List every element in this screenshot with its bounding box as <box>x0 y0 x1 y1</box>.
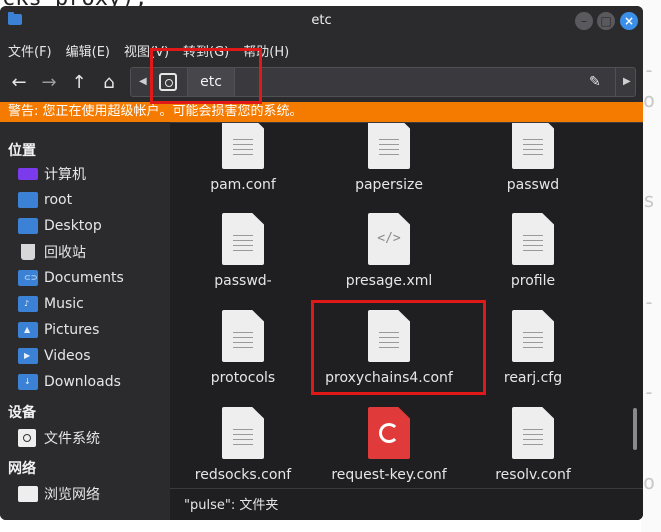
maximize-button[interactable]: □ <box>597 12 615 30</box>
toolbar: ← → ↑ ⌂ ◀ etc ✎ ▶ <box>0 64 643 102</box>
sidebar-item-videos[interactable]: ▶ Videos <box>18 345 91 367</box>
file-item[interactable]: pam.conf <box>170 123 316 193</box>
sidebar-item-label: 文件系统 <box>44 431 100 447</box>
sidebar-item-label: Pictures <box>44 322 100 338</box>
videos-icon: ▶ <box>18 348 38 364</box>
network-icon <box>18 486 38 502</box>
xml-file-icon: </> <box>368 213 410 265</box>
text-file-icon <box>368 123 410 169</box>
home-icon[interactable]: ⌂ <box>98 72 120 94</box>
downloads-icon: ↓ <box>18 374 38 390</box>
file-item[interactable]: passwd <box>460 123 606 193</box>
text-file-icon <box>222 310 264 362</box>
superuser-warning: 警告: 您正在使用超级帐户。可能会损害您的系统。 <box>0 102 643 122</box>
path-separator <box>615 68 616 96</box>
sidebar-item-documents[interactable]: ⊂⊃ Documents <box>18 267 124 289</box>
trash-icon <box>21 244 35 260</box>
file-item[interactable]: papersize <box>316 123 462 193</box>
close-button[interactable]: × <box>620 12 638 30</box>
sidebar-item-browse-network[interactable]: 浏览网络 <box>18 483 100 505</box>
documents-icon: ⊂⊃ <box>18 270 38 286</box>
sidebar-item-label: Desktop <box>44 218 102 234</box>
menu-file[interactable]: 文件(F) <box>8 41 52 60</box>
file-name: request-key.conf <box>331 467 447 483</box>
file-item[interactable]: resolv.conf <box>460 407 606 483</box>
sidebar-item-computer[interactable]: 计算机 <box>18 163 86 185</box>
computer-icon <box>18 168 38 180</box>
file-name: passwd- <box>214 273 272 289</box>
titlebar[interactable]: etc – □ × <box>0 6 643 36</box>
file-item[interactable]: </> presage.xml <box>316 213 462 289</box>
drive-icon <box>18 429 36 447</box>
music-icon: ♪ <box>18 296 38 312</box>
up-arrow-icon[interactable]: ↑ <box>68 72 90 94</box>
sidebar-item-trash[interactable]: 回收站 <box>18 241 86 263</box>
forward-arrow-icon[interactable]: → <box>38 72 60 94</box>
sidebar-item-label: Downloads <box>44 374 121 390</box>
background-document-edge: -os--o <box>641 0 661 532</box>
sidebar-item-desktop[interactable]: Desktop <box>18 215 102 237</box>
highlight-box-proxychains <box>311 300 486 395</box>
sidebar-item-label: root <box>44 192 73 208</box>
sidebar-item-label: Music <box>44 296 84 312</box>
file-item[interactable]: passwd- <box>170 213 316 289</box>
sidebar-item-label: 浏览网络 <box>44 487 100 503</box>
sidebar-item-downloads[interactable]: ↓ Downloads <box>18 371 121 393</box>
file-name: presage.xml <box>345 273 433 289</box>
menubar: 文件(F) 编辑(E) 视图(V) 转到(G) 帮助(H) <box>0 36 643 64</box>
path-scroll-left-icon[interactable]: ◀ <box>139 76 147 87</box>
file-item[interactable]: protocols <box>170 310 316 386</box>
highlight-box-pathbar <box>150 48 262 104</box>
text-file-icon <box>512 213 554 265</box>
statusbar: "pulse": 文件夹 <box>170 488 643 520</box>
file-name: pam.conf <box>210 177 276 193</box>
sidebar-item-root[interactable]: root <box>18 189 72 211</box>
sidebar-item-pictures[interactable]: ▲ Pictures <box>18 319 99 341</box>
file-item[interactable]: redsocks.conf <box>170 407 316 483</box>
text-file-icon <box>222 123 264 169</box>
back-arrow-icon[interactable]: ← <box>8 72 30 94</box>
text-file-icon <box>512 407 554 459</box>
path-scroll-right-icon[interactable]: ▶ <box>623 76 631 87</box>
home-folder-icon <box>18 192 38 208</box>
vertical-scrollbar[interactable] <box>633 408 637 450</box>
text-file-icon <box>512 123 554 169</box>
pictures-icon: ▲ <box>18 322 38 338</box>
file-name: redsocks.conf <box>194 467 292 483</box>
file-item[interactable]: profile <box>460 213 606 289</box>
file-name: passwd <box>506 177 560 193</box>
window-title: etc <box>311 13 332 28</box>
menu-edit[interactable]: 编辑(E) <box>66 41 110 60</box>
sidebar-item-label: 回收站 <box>44 245 86 261</box>
sidebar-item-label: 计算机 <box>44 167 86 183</box>
text-file-icon <box>222 407 264 459</box>
text-file-icon <box>222 213 264 265</box>
text-file-icon <box>512 310 554 362</box>
desktop-icon <box>18 218 38 234</box>
file-name: resolv.conf <box>495 467 571 483</box>
sidebar-item-label: Videos <box>44 348 91 364</box>
key-file-icon <box>368 407 410 459</box>
minimize-button[interactable]: – <box>575 12 593 30</box>
sidebar-item-music[interactable]: ♪ Music <box>18 293 84 315</box>
edit-location-icon[interactable]: ✎ <box>589 74 601 90</box>
sidebar-header-network: 网络 <box>8 461 36 477</box>
file-name: profile <box>510 273 556 289</box>
sidebar-item-filesystem[interactable]: 文件系统 <box>18 427 100 449</box>
sidebar-item-label: Documents <box>44 270 124 286</box>
sidebar: 位置 计算机 root Desktop 回收站 ⊂⊃ Documents ♪ M… <box>0 122 170 520</box>
file-manager-window: etc – □ × 文件(F) 编辑(E) 视图(V) 转到(G) 帮助(H) … <box>0 6 643 520</box>
file-name: papersize <box>355 177 423 193</box>
file-name: protocols <box>210 370 276 386</box>
sidebar-header-devices: 设备 <box>8 405 36 421</box>
file-item[interactable]: request-key.conf <box>316 407 462 483</box>
sidebar-header-places: 位置 <box>8 143 36 159</box>
